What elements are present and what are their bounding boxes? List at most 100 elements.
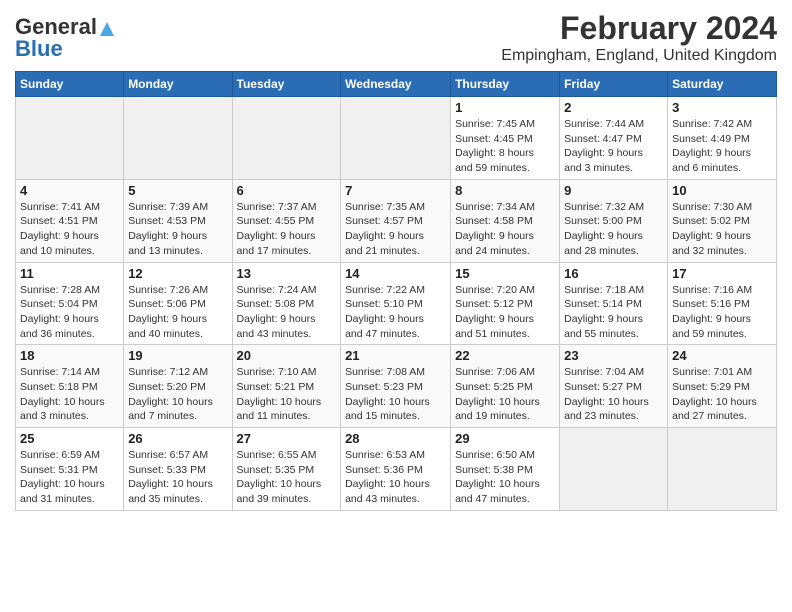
calendar-week-row: 25Sunrise: 6:59 AM Sunset: 5:31 PM Dayli… — [16, 428, 777, 511]
logo-blue: Blue — [15, 36, 63, 62]
calendar-cell: 16Sunrise: 7:18 AM Sunset: 5:14 PM Dayli… — [560, 262, 668, 345]
day-number: 6 — [237, 183, 337, 198]
calendar-cell: 28 Sunrise: 6:53 AM Sunset: 5:36 PM Dayli… — [341, 428, 451, 511]
calendar-cell: 12 Sunrise: 7:26 AM Sunset: 5:06 PM Dayli… — [124, 262, 232, 345]
day-number: 17 — [672, 266, 772, 281]
day-number: 5 — [128, 183, 227, 198]
day-info: Sunrise: 7:12 AM Sunset: 5:20 PM Dayligh… — [128, 365, 227, 424]
calendar-week-row: 18Sunrise: 7:14 AM Sunset: 5:18 PM Dayli… — [16, 345, 777, 428]
day-info: Sunrise: 7:41 AM Sunset: 4:51 PM Dayligh… — [20, 200, 119, 259]
calendar-week-row: 11 Sunrise: 7:28 AM Sunset: 5:04 PM Dayli… — [16, 262, 777, 345]
day-info: Sunrise: 6:55 AM Sunset: 5:35 PM Dayligh… — [237, 448, 337, 507]
day-number: 14 — [345, 266, 446, 281]
day-info: Sunrise: 6:57 AM Sunset: 5:33 PM Dayligh… — [128, 448, 227, 507]
day-info: Sunrise: 7:37 AM Sunset: 4:55 PM Dayligh… — [237, 200, 337, 259]
calendar-cell: 25Sunrise: 6:59 AM Sunset: 5:31 PM Dayli… — [16, 428, 124, 511]
day-info: Sunrise: 7:34 AM Sunset: 4:58 PM Dayligh… — [455, 200, 555, 259]
calendar-day-header: Monday — [124, 72, 232, 97]
day-info: Sunrise: 7:44 AM Sunset: 4:47 PM Dayligh… — [564, 117, 663, 176]
day-number: 28 — [345, 431, 446, 446]
calendar-day-header: Saturday — [668, 72, 777, 97]
calendar-cell: 3 Sunrise: 7:42 AM Sunset: 4:49 PM Daylig… — [668, 97, 777, 180]
calendar-cell: 13Sunrise: 7:24 AM Sunset: 5:08 PM Dayli… — [232, 262, 341, 345]
page-title: February 2024 — [501, 10, 777, 47]
day-number: 19 — [128, 348, 227, 363]
calendar-cell: 24 Sunrise: 7:01 AM Sunset: 5:29 PM Dayli… — [668, 345, 777, 428]
day-info: Sunrise: 7:26 AM Sunset: 5:06 PM Dayligh… — [128, 283, 227, 342]
calendar-cell: 11 Sunrise: 7:28 AM Sunset: 5:04 PM Dayli… — [16, 262, 124, 345]
calendar-cell: 17 Sunrise: 7:16 AM Sunset: 5:16 PM Dayli… — [668, 262, 777, 345]
calendar-cell — [668, 428, 777, 511]
calendar-cell: 10Sunrise: 7:30 AM Sunset: 5:02 PM Dayli… — [668, 179, 777, 262]
day-info: Sunrise: 7:42 AM Sunset: 4:49 PM Dayligh… — [672, 117, 772, 176]
calendar-cell: 18Sunrise: 7:14 AM Sunset: 5:18 PM Dayli… — [16, 345, 124, 428]
calendar-cell: 5 Sunrise: 7:39 AM Sunset: 4:53 PM Daylig… — [124, 179, 232, 262]
day-number: 26 — [128, 431, 227, 446]
day-info: Sunrise: 7:22 AM Sunset: 5:10 PM Dayligh… — [345, 283, 446, 342]
day-number: 1 — [455, 100, 555, 115]
calendar-cell: 21Sunrise: 7:08 AM Sunset: 5:23 PM Dayli… — [341, 345, 451, 428]
day-info: Sunrise: 7:10 AM Sunset: 5:21 PM Dayligh… — [237, 365, 337, 424]
day-number: 7 — [345, 183, 446, 198]
day-number: 29 — [455, 431, 555, 446]
day-info: Sunrise: 7:30 AM Sunset: 5:02 PM Dayligh… — [672, 200, 772, 259]
day-number: 13 — [237, 266, 337, 281]
day-info: Sunrise: 7:45 AM Sunset: 4:45 PM Dayligh… — [455, 117, 555, 176]
calendar-cell — [560, 428, 668, 511]
calendar-cell: 19 Sunrise: 7:12 AM Sunset: 5:20 PM Dayli… — [124, 345, 232, 428]
calendar-cell: 8 Sunrise: 7:34 AM Sunset: 4:58 PM Daylig… — [451, 179, 560, 262]
calendar-cell: 23 Sunrise: 7:04 AM Sunset: 5:27 PM Dayli… — [560, 345, 668, 428]
day-info: Sunrise: 7:39 AM Sunset: 4:53 PM Dayligh… — [128, 200, 227, 259]
day-info: Sunrise: 7:28 AM Sunset: 5:04 PM Dayligh… — [20, 283, 119, 342]
day-info: Sunrise: 7:06 AM Sunset: 5:25 PM Dayligh… — [455, 365, 555, 424]
calendar-cell: 6 Sunrise: 7:37 AM Sunset: 4:55 PM Daylig… — [232, 179, 341, 262]
calendar-week-row: 4 Sunrise: 7:41 AM Sunset: 4:51 PM Daylig… — [16, 179, 777, 262]
day-number: 16 — [564, 266, 663, 281]
calendar-day-header: Sunday — [16, 72, 124, 97]
calendar-cell — [124, 97, 232, 180]
logo-icon — [98, 20, 116, 38]
day-info: Sunrise: 6:59 AM Sunset: 5:31 PM Dayligh… — [20, 448, 119, 507]
calendar-cell: 27 Sunrise: 6:55 AM Sunset: 5:35 PM Dayli… — [232, 428, 341, 511]
day-number: 12 — [128, 266, 227, 281]
day-number: 21 — [345, 348, 446, 363]
day-number: 9 — [564, 183, 663, 198]
calendar-week-row: 1 Sunrise: 7:45 AM Sunset: 4:45 PM Daylig… — [16, 97, 777, 180]
calendar-cell: 4 Sunrise: 7:41 AM Sunset: 4:51 PM Daylig… — [16, 179, 124, 262]
logo: General Blue — [15, 14, 116, 62]
day-number: 4 — [20, 183, 119, 198]
day-info: Sunrise: 7:16 AM Sunset: 5:16 PM Dayligh… — [672, 283, 772, 342]
day-number: 8 — [455, 183, 555, 198]
day-info: Sunrise: 6:53 AM Sunset: 5:36 PM Dayligh… — [345, 448, 446, 507]
calendar-day-header: Tuesday — [232, 72, 341, 97]
calendar-cell — [341, 97, 451, 180]
day-number: 27 — [237, 431, 337, 446]
day-number: 3 — [672, 100, 772, 115]
calendar-cell — [16, 97, 124, 180]
day-info: Sunrise: 7:32 AM Sunset: 5:00 PM Dayligh… — [564, 200, 663, 259]
calendar-cell: 9 Sunrise: 7:32 AM Sunset: 5:00 PM Daylig… — [560, 179, 668, 262]
day-info: Sunrise: 7:04 AM Sunset: 5:27 PM Dayligh… — [564, 365, 663, 424]
day-number: 24 — [672, 348, 772, 363]
day-number: 20 — [237, 348, 337, 363]
day-info: Sunrise: 7:20 AM Sunset: 5:12 PM Dayligh… — [455, 283, 555, 342]
calendar-cell: 20 Sunrise: 7:10 AM Sunset: 5:21 PM Dayli… — [232, 345, 341, 428]
header: General Blue February 2024 Empingham, En… — [15, 10, 777, 65]
day-number: 18 — [20, 348, 119, 363]
day-info: Sunrise: 7:01 AM Sunset: 5:29 PM Dayligh… — [672, 365, 772, 424]
calendar-cell: 7Sunrise: 7:35 AM Sunset: 4:57 PM Daylig… — [341, 179, 451, 262]
calendar-cell: 14 Sunrise: 7:22 AM Sunset: 5:10 PM Dayli… — [341, 262, 451, 345]
calendar-table: SundayMondayTuesdayWednesdayThursdayFrid… — [15, 71, 777, 511]
calendar-cell: 2 Sunrise: 7:44 AM Sunset: 4:47 PM Daylig… — [560, 97, 668, 180]
day-number: 11 — [20, 266, 119, 281]
calendar-header-row: SundayMondayTuesdayWednesdayThursdayFrid… — [16, 72, 777, 97]
day-number: 22 — [455, 348, 555, 363]
title-area: February 2024 Empingham, England, United… — [501, 10, 777, 65]
calendar-day-header: Thursday — [451, 72, 560, 97]
calendar-cell: 29Sunrise: 6:50 AM Sunset: 5:38 PM Dayli… — [451, 428, 560, 511]
calendar-cell: 22 Sunrise: 7:06 AM Sunset: 5:25 PM Dayli… — [451, 345, 560, 428]
day-number: 23 — [564, 348, 663, 363]
calendar-cell — [232, 97, 341, 180]
day-number: 2 — [564, 100, 663, 115]
calendar-cell: 1 Sunrise: 7:45 AM Sunset: 4:45 PM Daylig… — [451, 97, 560, 180]
